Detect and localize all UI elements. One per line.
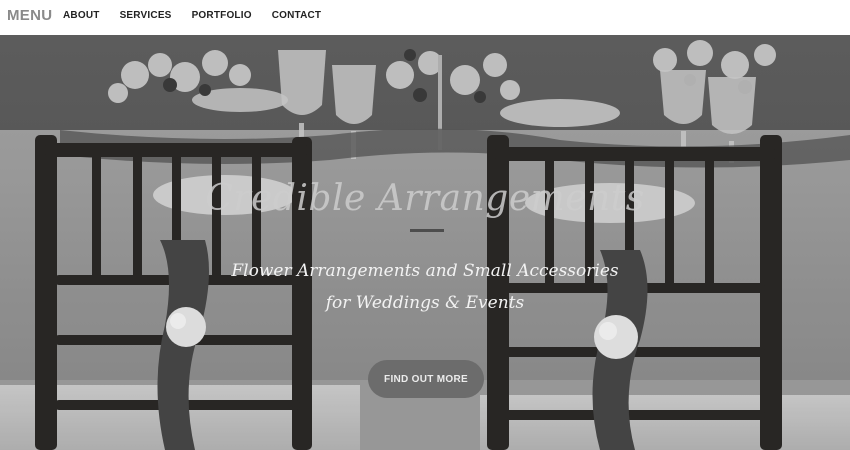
brand-menu-label[interactable]: MENU <box>7 7 52 24</box>
hero-subtitle-line-1: Flower Arrangements and Small Accessorie… <box>231 261 619 281</box>
hero-title: Credible Arrangements <box>205 178 645 219</box>
nav-links: ABOUT SERVICES PORTFOLIO CONTACT <box>63 10 341 21</box>
find-out-more-button[interactable]: FIND OUT MORE <box>368 360 484 398</box>
nav-link-portfolio[interactable]: PORTFOLIO <box>192 10 252 21</box>
nav-link-services[interactable]: SERVICES <box>120 10 172 21</box>
hero-subtitle-line-2: for Weddings & Events <box>325 293 525 313</box>
top-navbar: MENU ABOUT SERVICES PORTFOLIO CONTACT <box>0 0 850 35</box>
hero-section: Credible Arrangements Flower Arrangement… <box>0 35 850 450</box>
nav-link-contact[interactable]: CONTACT <box>272 10 322 21</box>
title-divider <box>410 229 444 232</box>
nav-link-about[interactable]: ABOUT <box>63 10 100 21</box>
